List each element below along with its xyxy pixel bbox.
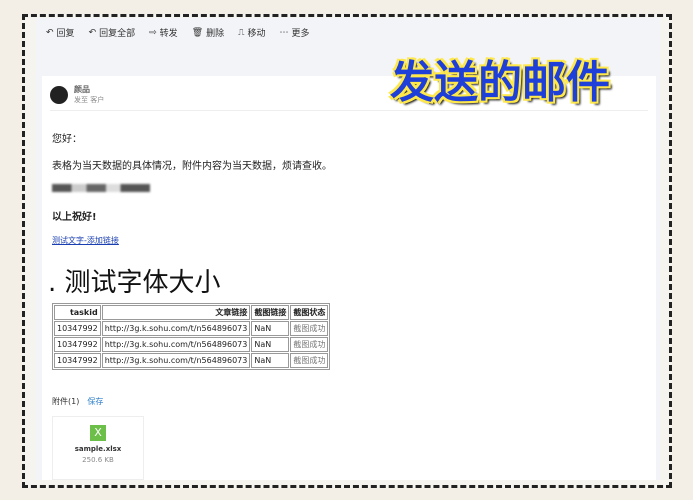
sender-name: 颜品 xyxy=(74,85,90,94)
reply-button[interactable]: ↶ 回复 xyxy=(46,26,75,40)
closing: 以上祝好! xyxy=(52,212,97,223)
avatar[interactable] xyxy=(50,85,68,104)
more-icon: ⋯ xyxy=(279,27,289,38)
excel-file-icon: X xyxy=(90,425,106,441)
more-button[interactable]: ⋯ 更多 xyxy=(279,26,309,40)
delete-button[interactable]: 🗑 删除 xyxy=(191,26,224,40)
file-size: 250.6 KB xyxy=(82,456,114,464)
forward-button[interactable]: ⇨ 转发 xyxy=(149,26,178,40)
cell: NaN xyxy=(251,353,290,368)
mail-body: 您好： 表格为当天数据的具体情况，附件内容为当天数据，烦请查收。 以上祝好! 测… xyxy=(48,130,332,370)
table-header-row: taskid 文章链接 截图链接 截图状态 xyxy=(54,305,329,320)
move-button[interactable]: ⎍ 移动 xyxy=(238,26,265,40)
cell: http://3g.k.sohu.com/t/n564896073 xyxy=(101,321,251,336)
overlay-title: 发送的邮件 xyxy=(390,57,610,108)
greeting: 您好： xyxy=(52,134,82,145)
header-screenshot-status: 截图状态 xyxy=(290,305,329,320)
cell: 10347992 xyxy=(54,337,101,352)
table-row: 10347992 http://3g.k.sohu.com/t/n56489607… xyxy=(54,321,329,336)
body-line: 表格为当天数据的具体情况，附件内容为当天数据，烦请查收。 xyxy=(52,161,332,172)
big-text: . 测试字体大小 xyxy=(48,268,221,298)
data-table: taskid 文章链接 截图链接 截图状态 10347992 http://3g.… xyxy=(52,303,331,370)
mail-card: 颜品 发至 客户 您好： 表格为当天数据的具体情况，附件内容为当天数据，烦请查收… xyxy=(42,76,656,480)
cell: NaN xyxy=(251,321,290,336)
header-article-link: 文章链接 xyxy=(101,305,251,320)
move-icon: ⎍ xyxy=(238,27,245,38)
recipient: 发至 客户 xyxy=(74,96,105,104)
toolbar: ↶ 回复 ↶ 回复全部 ⇨ 转发 🗑 删除 ⎍ 移动 ⋯ 更多 xyxy=(46,26,309,40)
reply-all-button[interactable]: ↶ 回复全部 xyxy=(88,26,136,40)
cell: 截图成功 xyxy=(290,321,329,336)
redacted-text xyxy=(52,184,150,192)
cell: 10347992 xyxy=(54,321,101,336)
cell: 截图成功 xyxy=(290,353,329,368)
sender-info: 颜品 发至 客户 xyxy=(50,84,104,105)
cell: 截图成功 xyxy=(290,337,329,352)
divider xyxy=(50,110,648,111)
cell: NaN xyxy=(251,337,290,352)
forward-icon: ⇨ xyxy=(149,27,157,38)
cell: http://3g.k.sohu.com/t/n564896073 xyxy=(101,353,251,368)
attachment-file[interactable]: X sample.xlsx 250.6 KB xyxy=(52,416,144,480)
table-row: 10347992 http://3g.k.sohu.com/t/n56489607… xyxy=(54,337,329,352)
attachments-header: 附件(1) 保存 xyxy=(52,397,104,406)
save-button[interactable]: 保存 xyxy=(87,397,103,406)
header-screenshot-link: 截图链接 xyxy=(251,305,290,320)
trash-icon: 🗑 xyxy=(191,27,204,38)
cell: 10347992 xyxy=(54,353,101,368)
reply-all-icon: ↶ xyxy=(88,27,97,38)
reply-icon: ↶ xyxy=(46,27,54,38)
cell: http://3g.k.sohu.com/t/n564896073 xyxy=(101,337,251,352)
test-link[interactable]: 测试文字-添加链接 xyxy=(52,236,119,245)
header-taskid: taskid xyxy=(54,305,101,320)
table-row: 10347992 http://3g.k.sohu.com/t/n56489607… xyxy=(54,353,329,368)
file-name: sample.xlsx xyxy=(74,445,122,453)
